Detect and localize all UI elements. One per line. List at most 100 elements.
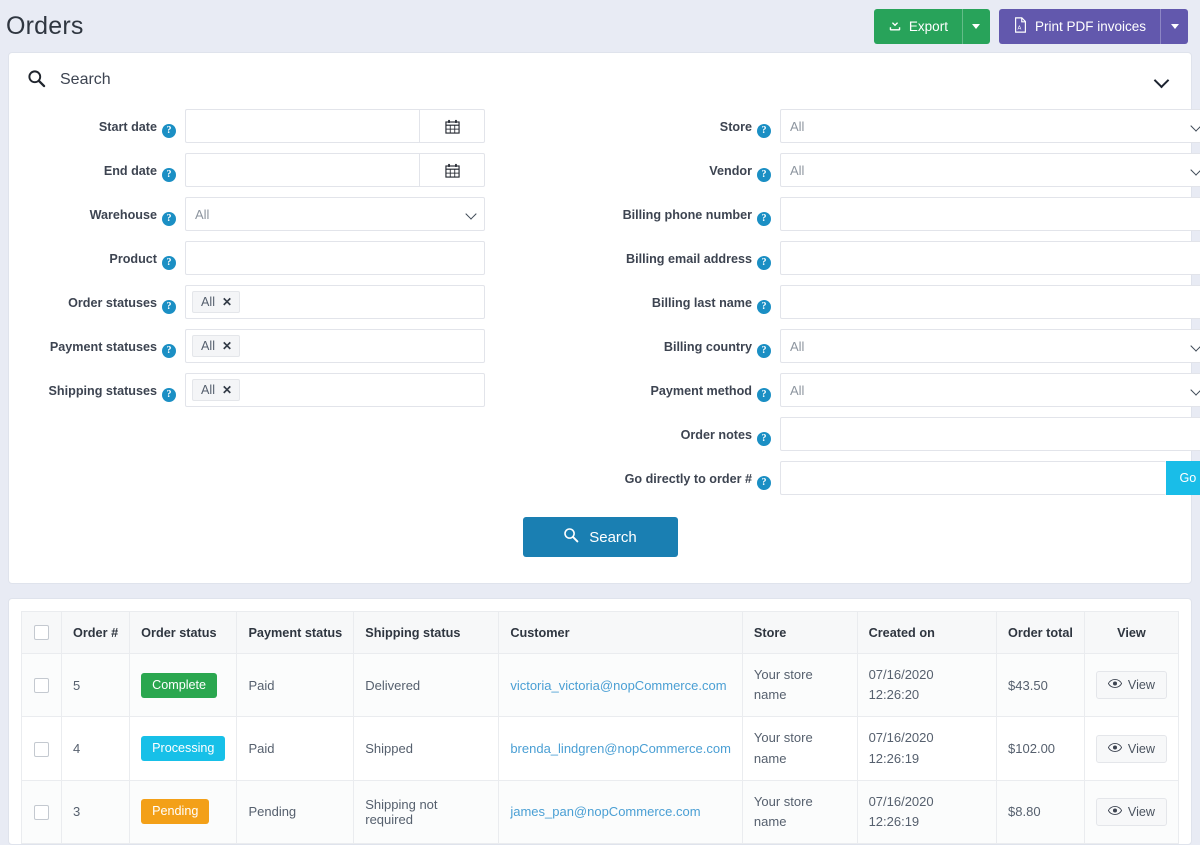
- column-header-created-on[interactable]: Created on: [856, 610, 998, 655]
- column-header-order-number[interactable]: Order #: [60, 610, 131, 655]
- help-icon[interactable]: ?: [162, 256, 176, 270]
- export-button-label: Export: [908, 18, 948, 34]
- field-start-date: Start date?: [19, 109, 600, 143]
- table-row: 5 Complete Paid Delivered victoria_victo…: [21, 653, 1180, 718]
- orders-table-head: Order # Order status Payment status Ship…: [21, 610, 1180, 655]
- cell-payment-status: Pending: [236, 779, 355, 844]
- view-order-button[interactable]: View: [1095, 734, 1167, 763]
- field-label: Billing email address?: [600, 241, 780, 270]
- field-label: Billing phone number?: [600, 197, 780, 226]
- help-icon[interactable]: ?: [757, 212, 771, 226]
- cell-order-status: Pending: [129, 779, 238, 844]
- warehouse-select[interactable]: All: [185, 197, 485, 231]
- view-order-button[interactable]: View: [1095, 671, 1167, 700]
- help-icon[interactable]: ?: [162, 212, 176, 226]
- help-icon[interactable]: ?: [162, 344, 176, 358]
- table-row: 3 Pending Pending Shipping not required …: [21, 779, 1180, 844]
- field-label: Store?: [600, 109, 780, 138]
- customer-email-link[interactable]: victoria_victoria@nopCommerce.com: [510, 678, 726, 693]
- help-icon[interactable]: ?: [757, 256, 771, 270]
- start-date-input[interactable]: [185, 109, 419, 143]
- billing-phone-number-input[interactable]: [780, 197, 1200, 231]
- go-to-order-input[interactable]: [780, 461, 1166, 495]
- help-icon[interactable]: ?: [162, 300, 176, 314]
- tag-label: All: [201, 339, 215, 353]
- selected-tag: All ✕: [192, 291, 241, 313]
- help-icon[interactable]: ?: [757, 344, 771, 358]
- field-store: Store? All: [600, 109, 1200, 143]
- help-icon[interactable]: ?: [162, 124, 176, 138]
- column-header-order-total[interactable]: Order total: [996, 610, 1085, 655]
- cell-created-on: 07/16/2020 12:26:19: [856, 716, 998, 781]
- calendar-icon[interactable]: [419, 153, 485, 187]
- pdf-file-icon: A: [1013, 16, 1028, 36]
- field-end-date: End date?: [19, 153, 600, 187]
- go-button[interactable]: Go: [1165, 461, 1200, 495]
- search-form: Start date? End date ? Warehouse ? All P…: [9, 105, 1200, 583]
- help-icon[interactable]: ?: [757, 476, 771, 490]
- select-all-checkbox[interactable]: [34, 625, 49, 641]
- billing-last-name-input[interactable]: [780, 285, 1200, 319]
- cell-order-number: 5: [60, 653, 131, 718]
- export-split-button: Export: [873, 8, 990, 44]
- column-header-store[interactable]: Store: [741, 610, 858, 655]
- product-input[interactable]: [185, 241, 485, 275]
- vendor-select[interactable]: All: [780, 153, 1200, 187]
- search-button-label: Search: [589, 528, 637, 546]
- payment-method-select[interactable]: All: [780, 373, 1200, 407]
- help-icon[interactable]: ?: [757, 124, 771, 138]
- export-dropdown-toggle[interactable]: [961, 8, 990, 44]
- print-pdf-invoices-button[interactable]: A Print PDF invoices: [998, 8, 1160, 44]
- help-icon[interactable]: ?: [162, 388, 176, 402]
- svg-text:A: A: [1017, 25, 1021, 31]
- remove-tag-icon[interactable]: ✕: [222, 383, 232, 397]
- column-header-order-status[interactable]: Order status: [129, 610, 238, 655]
- field-label: Order notes?: [600, 417, 780, 446]
- column-header-payment-status[interactable]: Payment status: [236, 610, 355, 655]
- order-statuses-multiselect[interactable]: All ✕: [185, 285, 485, 319]
- tag-label: All: [201, 383, 215, 397]
- search-panel-header[interactable]: Search: [9, 53, 1191, 105]
- field-product: Product?: [19, 241, 600, 275]
- field-label: Product?: [19, 241, 185, 270]
- help-icon[interactable]: ?: [757, 388, 771, 402]
- field-label: Payment method?: [600, 373, 780, 402]
- order-notes-input[interactable]: [780, 417, 1200, 451]
- customer-email-link[interactable]: james_pan@nopCommerce.com: [510, 804, 700, 819]
- remove-tag-icon[interactable]: ✕: [222, 295, 232, 309]
- field-label: Billing country?: [600, 329, 780, 358]
- row-checkbox[interactable]: [34, 678, 49, 694]
- column-header-shipping-status[interactable]: Shipping status: [353, 610, 500, 655]
- view-order-button[interactable]: View: [1095, 797, 1167, 826]
- end-date-input[interactable]: [185, 153, 419, 187]
- help-icon[interactable]: ?: [162, 168, 176, 182]
- cell-customer: brenda_lindgren@nopCommerce.com: [498, 716, 743, 781]
- remove-tag-icon[interactable]: ✕: [222, 339, 232, 353]
- field-label: Billing last name?: [600, 285, 780, 314]
- select-all-header: [21, 610, 62, 655]
- help-icon[interactable]: ?: [757, 300, 771, 314]
- cell-customer: james_pan@nopCommerce.com: [498, 779, 743, 844]
- cell-store: Your store name: [741, 653, 858, 718]
- search-button[interactable]: Search: [522, 517, 678, 557]
- calendar-icon[interactable]: [419, 109, 485, 143]
- row-checkbox[interactable]: [34, 741, 49, 757]
- customer-email-link[interactable]: brenda_lindgren@nopCommerce.com: [510, 741, 731, 756]
- field-order-statuses: Order statuses? All ✕: [19, 285, 600, 319]
- billing-country-select[interactable]: All: [780, 329, 1200, 363]
- print-pdf-dropdown-toggle[interactable]: [1160, 8, 1188, 44]
- row-checkbox[interactable]: [34, 804, 49, 820]
- header-actions: Export A Print PDF invoices: [873, 8, 1188, 44]
- billing-email-address-input[interactable]: [780, 241, 1200, 275]
- payment-statuses-multiselect[interactable]: All ✕: [185, 329, 485, 363]
- help-icon[interactable]: ?: [757, 168, 771, 182]
- shipping-statuses-multiselect[interactable]: All ✕: [185, 373, 485, 407]
- column-header-customer[interactable]: Customer: [498, 610, 743, 655]
- search-panel-title: Search: [60, 71, 111, 88]
- help-icon[interactable]: ?: [757, 432, 771, 446]
- chevron-down-icon[interactable]: [1150, 72, 1173, 88]
- row-select-cell: [21, 653, 62, 718]
- export-button[interactable]: Export: [873, 8, 962, 44]
- store-select[interactable]: All: [780, 109, 1200, 143]
- table-header-row: Order # Order status Payment status Ship…: [21, 610, 1180, 655]
